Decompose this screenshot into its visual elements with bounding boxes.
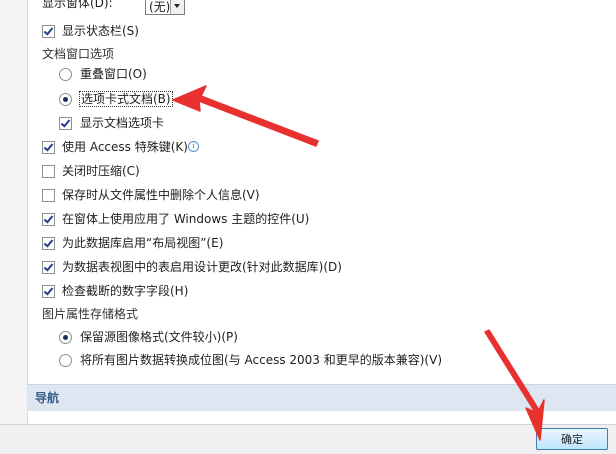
annotation-arrows xyxy=(172,85,545,441)
arrow-to-ok-button xyxy=(484,329,545,441)
arrow-to-tabbed-documents xyxy=(172,85,319,147)
